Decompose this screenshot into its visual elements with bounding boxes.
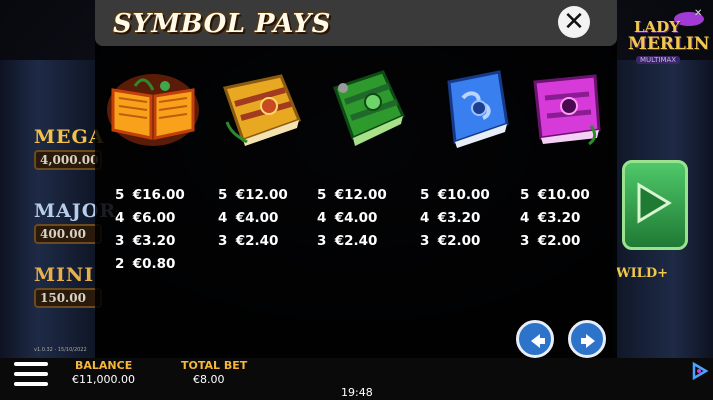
- version-label: v1.0.32 - 15/10/2022: [34, 347, 87, 353]
- menu-button[interactable]: [14, 362, 48, 388]
- wild-plus-label: WILD+: [616, 266, 668, 281]
- arrow-right-icon: [581, 334, 595, 348]
- spin-button[interactable]: [622, 160, 688, 250]
- jackpot-name: MAJOR: [34, 200, 117, 222]
- jackpot-value: 4,000.00: [34, 150, 102, 170]
- hamburger-icon: [14, 362, 48, 366]
- close-button[interactable]: ✕: [558, 6, 590, 38]
- paytable-header: SYMBOL PAYS ✕: [95, 0, 617, 46]
- pay-list-green-book: 5 €12.00 4 €4.00 3 €2.40: [317, 184, 387, 253]
- jackpot-name: MINI: [34, 264, 95, 286]
- pay-row: 4 €4.00: [218, 210, 279, 226]
- pay-list-blue-book: 5 €10.00 4 €3.20 3 €2.00: [420, 184, 490, 253]
- paytable-panel: SYMBOL PAYS ✕ 5 €16.00 4 €6.00 3 €3.20 2…: [95, 0, 617, 358]
- logo-line3: MULTIMAX: [636, 56, 681, 64]
- play-icon: [637, 182, 672, 224]
- clock: 19:48: [341, 386, 373, 399]
- jackpot-value: 150.00: [34, 288, 102, 308]
- prev-page-button[interactable]: [516, 320, 554, 358]
- total-bet-label: TOTAL BET: [181, 359, 248, 372]
- pay-row: 5 €10.00: [520, 187, 590, 203]
- pay-row: 3 €2.40: [317, 233, 378, 249]
- balance-label: BALANCE: [75, 359, 133, 372]
- pay-row: 4 €4.00: [317, 210, 378, 226]
- logo-dot: ✕: [694, 8, 703, 19]
- blue-book-icon: [423, 68, 519, 148]
- next-page-button[interactable]: [568, 320, 606, 358]
- pay-row: 3 €2.40: [218, 233, 279, 249]
- gold-book-icon: [211, 68, 307, 148]
- provider-logo-icon: [690, 361, 710, 381]
- green-book-icon: [317, 68, 413, 148]
- pay-row: 4 €3.20: [520, 210, 581, 226]
- pay-row: 3 €2.00: [420, 233, 481, 249]
- red-book-icon: [105, 68, 201, 148]
- pay-list-red-book: 5 €16.00 4 €6.00 3 €3.20 2 €0.80: [115, 184, 185, 276]
- pay-row: 3 €3.20: [115, 233, 176, 249]
- pay-row: 5 €16.00: [115, 187, 185, 203]
- logo-line2: MERLIN: [628, 34, 710, 54]
- hamburger-icon: [14, 372, 48, 376]
- jackpot-major: MAJOR 400.00: [34, 200, 117, 244]
- balance-value: €11,000.00: [72, 373, 135, 386]
- arrow-left-icon: [531, 334, 545, 348]
- game-logo: ✕ LADY MERLIN MULTIMAX: [612, 8, 710, 68]
- jackpot-name: MEGA: [34, 126, 105, 148]
- jackpot-value: 400.00: [34, 224, 102, 244]
- pay-row: 5 €10.00: [420, 187, 490, 203]
- pay-row: 4 €3.20: [420, 210, 481, 226]
- pink-book-icon: [525, 68, 621, 148]
- hamburger-icon: [14, 382, 48, 386]
- pay-row: 4 €6.00: [115, 210, 176, 226]
- page-title: SYMBOL PAYS: [113, 9, 331, 39]
- pay-row: 5 €12.00: [218, 187, 288, 203]
- total-bet-value: €8.00: [193, 373, 225, 386]
- pay-row: 5 €12.00: [317, 187, 387, 203]
- pay-list-pink-book: 5 €10.00 4 €3.20 3 €2.00: [520, 184, 590, 253]
- jackpot-mini: MINI 150.00: [34, 264, 102, 308]
- pay-row: 2 €0.80: [115, 256, 176, 272]
- pay-row: 3 €2.00: [520, 233, 581, 249]
- jackpot-mega: MEGA 4,000.00: [34, 126, 105, 170]
- pay-list-gold-book: 5 €12.00 4 €4.00 3 €2.40: [218, 184, 288, 253]
